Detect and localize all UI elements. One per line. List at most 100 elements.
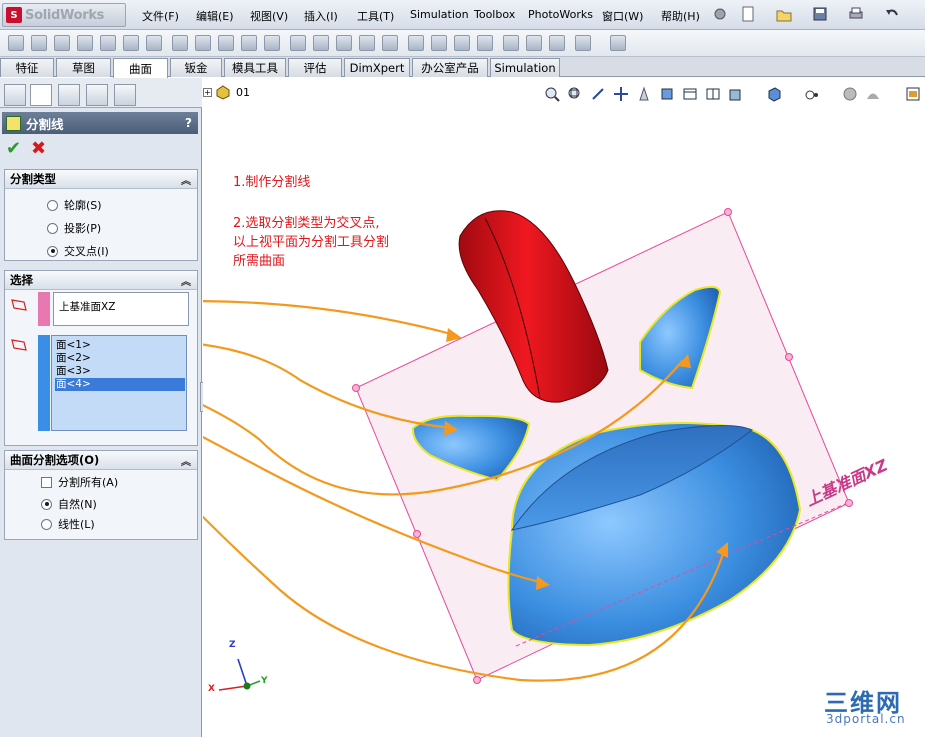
expand-icon[interactable]: + bbox=[203, 87, 212, 97]
flyout-feature-tree[interactable]: + 01 bbox=[203, 84, 250, 100]
reference-geometry-icon[interactable] bbox=[575, 35, 591, 51]
viewport-icon[interactable] bbox=[905, 86, 921, 102]
menu-view[interactable]: 视图(V) bbox=[250, 8, 288, 24]
print-icon[interactable] bbox=[848, 6, 864, 22]
ruled-surface-icon[interactable] bbox=[195, 35, 211, 51]
trim-surface-icon[interactable] bbox=[290, 35, 306, 51]
untrim-surface-icon[interactable] bbox=[313, 35, 329, 51]
edit-appearance-icon[interactable] bbox=[728, 86, 744, 102]
cut-with-surface-icon[interactable] bbox=[454, 35, 470, 51]
swept-surface-icon[interactable] bbox=[54, 35, 70, 51]
split-type-header[interactable]: 分割类型 ︽ bbox=[5, 170, 197, 189]
previous-view-icon[interactable] bbox=[590, 86, 606, 102]
delete-face-icon[interactable] bbox=[359, 35, 375, 51]
graphics-area[interactable]: 上基准面XZ Z X Y 1.制作分割线 2.选取分割类型为交叉点, 以上视平面… bbox=[203, 78, 925, 737]
tab-sheet-metal[interactable]: 钣金 bbox=[170, 58, 222, 77]
menu-toolbox[interactable]: Toolbox bbox=[474, 8, 515, 21]
collapse-icon[interactable]: ︽ bbox=[181, 172, 191, 187]
pin-icon[interactable] bbox=[712, 6, 728, 22]
replace-face-icon[interactable] bbox=[382, 35, 398, 51]
apply-scene-icon[interactable] bbox=[766, 86, 782, 102]
hide-show-items-icon[interactable] bbox=[705, 86, 721, 102]
view-orientation-icon[interactable] bbox=[659, 86, 675, 102]
knit-surface-icon[interactable] bbox=[336, 35, 352, 51]
property-manager-tab[interactable] bbox=[30, 84, 52, 106]
plane-handle[interactable] bbox=[845, 499, 853, 507]
cancel-button[interactable]: ✖ bbox=[31, 138, 46, 159]
radio-projection[interactable]: 投影(P) bbox=[47, 220, 101, 236]
tab-dimxpert[interactable]: DimXpert bbox=[344, 58, 410, 77]
display-manager-tab[interactable] bbox=[114, 84, 136, 106]
shadows-icon[interactable] bbox=[865, 86, 881, 102]
new-document-icon[interactable] bbox=[740, 6, 756, 22]
plane-handle[interactable] bbox=[785, 353, 793, 361]
menu-file[interactable]: 文件(F) bbox=[142, 8, 179, 24]
menu-window[interactable]: 窗口(W) bbox=[602, 8, 643, 24]
tab-office-products[interactable]: 办公室产品 bbox=[412, 58, 488, 77]
menu-simulation[interactable]: Simulation bbox=[410, 8, 469, 21]
extruded-surface-icon[interactable] bbox=[8, 35, 24, 51]
list-item[interactable]: 面<2> bbox=[55, 352, 183, 365]
splitting-tool-field[interactable]: 上基准面XZ bbox=[53, 292, 189, 326]
medial-surface-icon[interactable] bbox=[241, 35, 257, 51]
zoom-to-fit-icon[interactable] bbox=[544, 86, 560, 102]
radio-silhouette[interactable]: 轮廓(S) bbox=[47, 197, 102, 213]
help-button[interactable]: ? bbox=[185, 116, 192, 130]
view-settings-icon[interactable] bbox=[804, 86, 820, 102]
freeform-icon[interactable] bbox=[477, 35, 493, 51]
boundary-surface-icon[interactable] bbox=[100, 35, 116, 51]
tab-features[interactable]: 特征 bbox=[0, 58, 54, 77]
plane-handle[interactable] bbox=[352, 384, 360, 392]
zoom-to-area-icon[interactable] bbox=[567, 86, 583, 102]
menu-tools[interactable]: 工具(T) bbox=[357, 8, 394, 24]
undo-icon[interactable] bbox=[884, 6, 900, 22]
list-item[interactable]: 面<3> bbox=[55, 365, 183, 378]
feature-manager-tab[interactable] bbox=[4, 84, 26, 106]
solidworks-logo[interactable]: S SolidWorks bbox=[2, 3, 126, 27]
filled-surface-icon[interactable] bbox=[123, 35, 139, 51]
tab-evaluate[interactable]: 评估 bbox=[288, 58, 342, 77]
radio-natural[interactable]: 自然(N) bbox=[41, 496, 97, 512]
curves-icon[interactable] bbox=[610, 35, 626, 51]
radio-intersection[interactable]: 交叉点(I) bbox=[47, 243, 109, 259]
composite-curve-icon[interactable] bbox=[526, 35, 542, 51]
surface-split-options-header[interactable]: 曲面分割选项(O) ︽ bbox=[5, 451, 197, 470]
split-all-checkbox[interactable]: 分割所有(A) bbox=[41, 474, 118, 490]
configuration-manager-tab[interactable] bbox=[58, 84, 80, 106]
render-tools-icon[interactable] bbox=[842, 86, 858, 102]
faces-to-split-list[interactable]: 面<1> 面<2> 面<3> 面<4> bbox=[51, 335, 187, 431]
menu-edit[interactable]: 编辑(E) bbox=[196, 8, 234, 24]
fillet-icon[interactable] bbox=[218, 35, 234, 51]
collapse-icon[interactable]: ︽ bbox=[181, 453, 191, 468]
extend-surface-icon[interactable] bbox=[264, 35, 280, 51]
lofted-surface-icon[interactable] bbox=[77, 35, 93, 51]
split-line-icon[interactable] bbox=[503, 35, 519, 51]
revolved-surface-icon[interactable] bbox=[31, 35, 47, 51]
tab-sketch[interactable]: 草图 bbox=[56, 58, 111, 77]
display-style-icon[interactable] bbox=[682, 86, 698, 102]
plane-handle[interactable] bbox=[724, 208, 732, 216]
dimxpert-manager-tab[interactable] bbox=[86, 84, 108, 106]
menu-insert[interactable]: 插入(I) bbox=[304, 8, 338, 24]
radio-linear[interactable]: 线性(L) bbox=[41, 516, 95, 532]
list-item[interactable]: 面<1> bbox=[55, 339, 183, 352]
ok-button[interactable]: ✔ bbox=[6, 138, 21, 159]
thicken-icon[interactable] bbox=[431, 35, 447, 51]
dynamic-annotation-icon[interactable] bbox=[636, 86, 652, 102]
save-icon[interactable] bbox=[812, 6, 828, 22]
collapse-icon[interactable]: ︽ bbox=[181, 273, 191, 288]
menu-help[interactable]: 帮助(H) bbox=[661, 8, 700, 24]
menu-photoworks[interactable]: PhotoWorks bbox=[528, 8, 593, 21]
offset-surface-icon[interactable] bbox=[172, 35, 188, 51]
open-icon[interactable] bbox=[776, 6, 792, 22]
tab-simulation[interactable]: Simulation bbox=[490, 58, 560, 77]
list-item-selected[interactable]: 面<4> bbox=[55, 378, 185, 391]
plane-handle[interactable] bbox=[413, 530, 421, 538]
plane-handle[interactable] bbox=[473, 676, 481, 684]
projected-curve-icon[interactable] bbox=[549, 35, 565, 51]
move-face-icon[interactable] bbox=[408, 35, 424, 51]
section-view-icon[interactable] bbox=[613, 86, 629, 102]
selection-header[interactable]: 选择 ︽ bbox=[5, 271, 197, 290]
planar-surface-icon[interactable] bbox=[146, 35, 162, 51]
tab-mold-tools[interactable]: 模具工具 bbox=[224, 58, 286, 77]
